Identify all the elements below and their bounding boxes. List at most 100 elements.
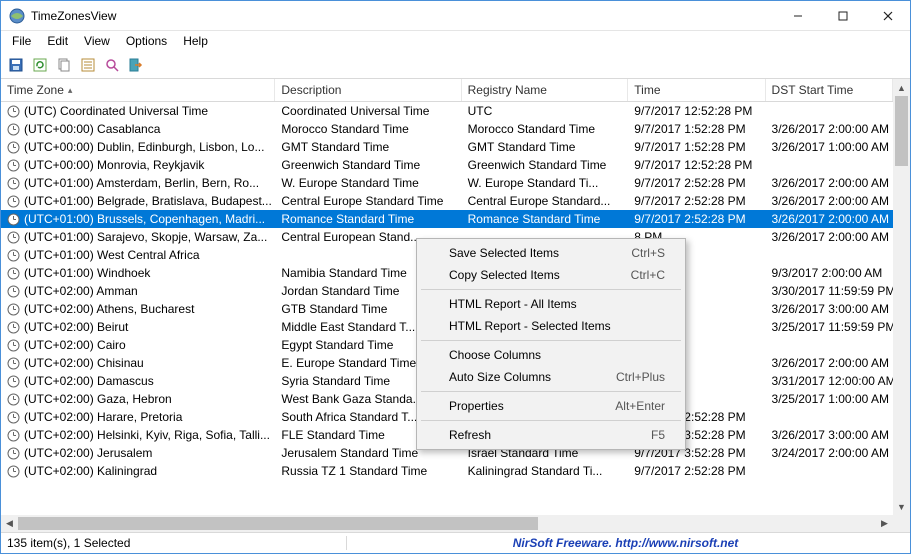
exit-icon[interactable]	[127, 56, 145, 74]
statusbar: 135 item(s), 1 Selected NirSoft Freeware…	[1, 532, 910, 553]
cell-dst: 3/26/2017 2:00:00 AM	[766, 194, 893, 208]
scroll-down-icon[interactable]: ▼	[893, 498, 910, 515]
cell-description: Romance Standard Time	[275, 212, 461, 226]
table-row[interactable]: (UTC+01:00) Brussels, Copenhagen, Madri.…	[1, 210, 893, 228]
table-row[interactable]: (UTC+01:00) Amsterdam, Berlin, Bern, Ro.…	[1, 174, 893, 192]
cell-timezone: (UTC+02:00) Amman	[1, 284, 275, 298]
credit-link[interactable]: http://www.nirsoft.net	[615, 536, 738, 550]
app-icon	[9, 8, 25, 24]
table-row[interactable]: (UTC+00:00) Monrovia, ReykjavikGreenwich…	[1, 156, 893, 174]
cell-description: Russia TZ 1 Standard Time	[275, 464, 461, 478]
context-menu-item[interactable]: Copy Selected ItemsCtrl+C	[419, 264, 683, 286]
horizontal-scrollbar[interactable]: ◀ ▶	[1, 515, 893, 532]
app-window: TimeZonesView File Edit View Options Hel…	[0, 0, 911, 554]
table-row[interactable]: (UTC+01:00) Belgrade, Bratislava, Budape…	[1, 192, 893, 210]
maximize-button[interactable]	[820, 1, 865, 30]
context-menu-item[interactable]: Auto Size ColumnsCtrl+Plus	[419, 366, 683, 388]
cell-timezone: (UTC+00:00) Monrovia, Reykjavik	[1, 158, 275, 172]
context-menu-item[interactable]: Save Selected ItemsCtrl+S	[419, 242, 683, 264]
cell-time: 9/7/2017 12:52:28 PM	[628, 104, 765, 118]
cell-timezone: (UTC) Coordinated Universal Time	[1, 104, 275, 118]
cell-registry: Morocco Standard Time	[462, 122, 629, 136]
column-header-dst[interactable]: DST Start Time	[766, 79, 893, 101]
menu-separator	[421, 289, 681, 290]
properties-icon[interactable]	[79, 56, 97, 74]
cell-dst: 3/26/2017 2:00:00 AM	[766, 212, 893, 226]
menu-separator	[421, 391, 681, 392]
status-count: 135 item(s), 1 Selected	[7, 536, 347, 550]
cell-time: 9/7/2017 1:52:28 PM	[628, 122, 765, 136]
context-menu-item[interactable]: Choose Columns	[419, 344, 683, 366]
cell-description: Greenwich Standard Time	[275, 158, 461, 172]
scroll-up-icon[interactable]: ▲	[893, 79, 910, 96]
cell-timezone: (UTC+02:00) Harare, Pretoria	[1, 410, 275, 424]
window-title: TimeZonesView	[31, 9, 775, 23]
cell-timezone: (UTC+02:00) Beirut	[1, 320, 275, 334]
toolbar	[1, 51, 910, 79]
cell-timezone: (UTC+02:00) Gaza, Hebron	[1, 392, 275, 406]
cell-description: Coordinated Universal Time	[275, 104, 461, 118]
table-row[interactable]: (UTC+00:00) Casablanca Morocco Standard T…	[1, 120, 893, 138]
cell-timezone: (UTC+02:00) Cairo	[1, 338, 275, 352]
scroll-left-icon[interactable]: ◀	[1, 515, 18, 532]
column-header-timezone[interactable]: Time Zone▴	[1, 79, 275, 101]
cell-dst: 3/26/2017 3:00:00 AM	[766, 302, 893, 316]
vertical-scrollbar[interactable]: ▲ ▼	[893, 79, 910, 515]
scroll-thumb-vertical[interactable]	[895, 96, 908, 166]
find-icon[interactable]	[103, 56, 121, 74]
cell-timezone: (UTC+02:00) Athens, Bucharest	[1, 302, 275, 316]
close-button[interactable]	[865, 1, 910, 30]
context-menu: Save Selected ItemsCtrl+SCopy Selected I…	[416, 238, 686, 450]
cell-timezone: (UTC+01:00) Belgrade, Bratislava, Budape…	[1, 194, 275, 208]
cell-time: 9/7/2017 2:52:28 PM	[628, 212, 765, 226]
scroll-thumb-horizontal[interactable]	[18, 517, 538, 530]
menu-edit[interactable]: Edit	[40, 33, 75, 49]
menu-view[interactable]: View	[77, 33, 117, 49]
cell-registry: UTC	[462, 104, 629, 118]
menu-options[interactable]: Options	[119, 33, 174, 49]
cell-description: GMT Standard Time	[275, 140, 461, 154]
cell-dst: 3/26/2017 2:00:00 AM	[766, 356, 893, 370]
save-icon[interactable]	[7, 56, 25, 74]
cell-dst: 3/30/2017 11:59:59 PM	[766, 284, 893, 298]
cell-timezone: (UTC+01:00) Amsterdam, Berlin, Bern, Ro.…	[1, 176, 275, 190]
context-menu-item[interactable]: PropertiesAlt+Enter	[419, 395, 683, 417]
context-menu-item[interactable]: HTML Report - Selected Items	[419, 315, 683, 337]
cell-dst: 3/26/2017 2:00:00 AM	[766, 122, 893, 136]
cell-timezone: (UTC+00:00) Casablanca	[1, 122, 275, 136]
context-menu-item[interactable]: RefreshF5	[419, 424, 683, 446]
menu-file[interactable]: File	[5, 33, 38, 49]
cell-description: W. Europe Standard Time	[275, 176, 461, 190]
cell-time: 9/7/2017 12:52:28 PM	[628, 158, 765, 172]
cell-dst: 3/31/2017 12:00:00 AM	[766, 374, 893, 388]
cell-dst: 3/25/2017 1:00:00 AM	[766, 392, 893, 406]
cell-timezone: (UTC+02:00) Helsinki, Kyiv, Riga, Sofia,…	[1, 428, 275, 442]
table-row[interactable]: (UTC+02:00) KaliningradRussia TZ 1 Stand…	[1, 462, 893, 480]
menubar: File Edit View Options Help	[1, 31, 910, 51]
cell-dst: 3/25/2017 11:59:59 PM	[766, 320, 893, 334]
cell-timezone: (UTC+01:00) Brussels, Copenhagen, Madri.…	[1, 212, 275, 226]
column-header-registry[interactable]: Registry Name	[462, 79, 629, 101]
cell-registry: Romance Standard Time	[462, 212, 629, 226]
cell-dst: 3/26/2017 1:00:00 AM	[766, 140, 893, 154]
column-header-time[interactable]: Time	[628, 79, 765, 101]
sort-ascending-icon: ▴	[68, 85, 73, 96]
scroll-right-icon[interactable]: ▶	[876, 515, 893, 532]
table-row[interactable]: (UTC+00:00) Dublin, Edinburgh, Lisbon, L…	[1, 138, 893, 156]
cell-registry: GMT Standard Time	[462, 140, 629, 154]
cell-time: 9/7/2017 2:52:28 PM	[628, 194, 765, 208]
cell-timezone: (UTC+01:00) West Central Africa	[1, 248, 275, 262]
context-menu-item[interactable]: HTML Report - All Items	[419, 293, 683, 315]
cell-dst: 9/3/2017 2:00:00 AM	[766, 266, 893, 280]
status-credit: NirSoft Freeware. http://www.nirsoft.net	[347, 536, 904, 550]
table-row[interactable]: (UTC) Coordinated Universal TimeCoordina…	[1, 102, 893, 120]
cell-timezone: (UTC+02:00) Jerusalem	[1, 446, 275, 460]
refresh-report-icon[interactable]	[31, 56, 49, 74]
column-header-description[interactable]: Description	[275, 79, 461, 101]
copy-icon[interactable]	[55, 56, 73, 74]
scroll-corner	[893, 515, 910, 532]
column-header-row: Time Zone▴ Description Registry Name Tim…	[1, 79, 893, 102]
cell-timezone: (UTC+02:00) Damascus	[1, 374, 275, 388]
menu-help[interactable]: Help	[176, 33, 215, 49]
minimize-button[interactable]	[775, 1, 820, 30]
